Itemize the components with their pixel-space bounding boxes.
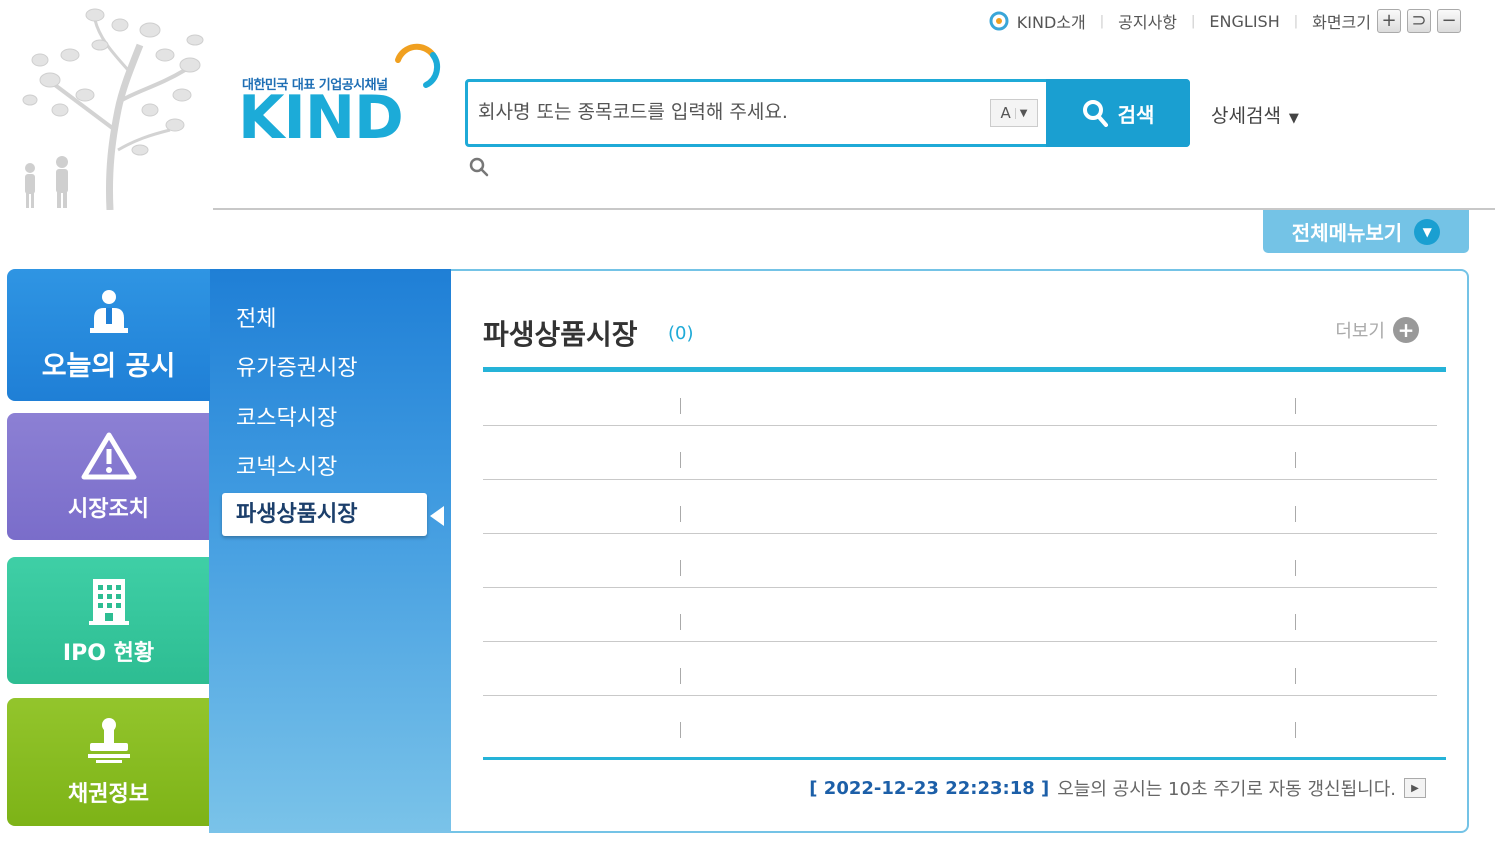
search-button-label: 검색 <box>1117 102 1155 127</box>
refresh-text: 오늘의 공시는 10초 주기로 자동 갱신됩니다. <box>1057 779 1396 800</box>
tab-label: IPO 현황 <box>62 640 155 666</box>
chevron-down-icon: ▼ <box>1414 218 1441 245</box>
plus-circle-icon: + <box>1393 317 1419 343</box>
kind-intro-link[interactable]: KIND소개 <box>987 9 1086 33</box>
submenu-item-all[interactable]: 전체 <box>236 301 276 333</box>
table-row <box>483 588 1437 642</box>
content-title: 파생상품시장 <box>483 318 638 351</box>
warning-icon <box>81 432 136 479</box>
building-icon <box>88 578 129 625</box>
tab-market-action[interactable]: 시장조치 <box>7 413 210 540</box>
table-row <box>483 534 1437 588</box>
play-icon[interactable]: ▶ <box>1404 778 1426 798</box>
table-row <box>483 480 1437 534</box>
zoom-out-button[interactable]: − <box>1437 9 1461 33</box>
tab-label: 오늘의 공시 <box>41 350 176 382</box>
column-divider <box>1295 668 1296 684</box>
disclosure-count: (0) <box>668 323 694 344</box>
detail-search-label: 상세검색 <box>1211 105 1281 127</box>
column-divider <box>1295 560 1296 576</box>
caret-down-icon: ▼ <box>1014 107 1027 119</box>
autocomplete-label: A <box>1000 104 1011 122</box>
screen-size-label: 화면크기 <box>1312 13 1371 32</box>
submenu-item-kosdaq[interactable]: 코스닥시장 <box>236 400 337 432</box>
zoom-in-button[interactable]: + <box>1377 9 1401 33</box>
utility-links: KIND소개 | 공지사항 | ENGLISH | 화면크기 + ⊃ − <box>987 9 1461 33</box>
column-divider <box>680 398 681 414</box>
small-search-icon[interactable] <box>469 157 489 177</box>
column-divider <box>680 668 681 684</box>
search-box: A ▼ 검색 <box>465 79 1190 147</box>
table-row <box>483 642 1437 696</box>
refresh-info: [ 2022-12-23 22:23:18 ] 오늘의 공시는 10초 주기로 … <box>809 775 1426 801</box>
column-divider <box>680 722 681 738</box>
table-row <box>483 696 1437 750</box>
stamp-icon <box>87 718 130 763</box>
column-divider <box>1295 722 1296 738</box>
column-divider <box>680 506 681 522</box>
tab-bond-info[interactable]: 채권정보 <box>7 698 210 826</box>
caret-down-icon: ▼ <box>1288 111 1299 126</box>
notice-link[interactable]: 공지사항 <box>1118 9 1177 33</box>
submenu-item-derivatives[interactable]: 파생상품시장 <box>222 493 427 536</box>
refresh-timestamp: [ 2022-12-23 22:23:18 ] <box>809 777 1050 799</box>
submenu-item-konex[interactable]: 코넥스시장 <box>236 449 337 481</box>
logo-text: KIND <box>238 83 404 153</box>
all-menu-button[interactable]: 전체메뉴보기 ▼ <box>1263 210 1469 253</box>
util-separator: | <box>1191 13 1196 29</box>
tree-illustration <box>22 8 204 210</box>
column-divider <box>680 614 681 630</box>
util-separator: | <box>1099 13 1105 29</box>
column-divider <box>680 452 681 468</box>
zoom-reset-button[interactable]: ⊃ <box>1407 9 1431 33</box>
list-bottom-rule <box>483 757 1446 760</box>
column-divider <box>1295 614 1296 630</box>
tab-ipo-status[interactable]: IPO 현황 <box>7 557 210 684</box>
column-divider <box>1295 452 1296 468</box>
tab-today-disclosure[interactable]: 오늘의 공시 <box>7 269 210 401</box>
submenu-panel: 전체 유가증권시장 코스닥시장 코넥스시장 파생상품시장 <box>209 269 452 833</box>
detail-search-toggle[interactable]: 상세검색 ▼ <box>1211 101 1299 128</box>
disclosure-content: 파생상품시장 (0) 더보기 + [ 2022-12-23 22:23:18 ]… <box>451 269 1469 833</box>
english-link[interactable]: ENGLISH <box>1209 12 1279 31</box>
util-separator: | <box>1293 13 1299 29</box>
kind-intro-label: KIND소개 <box>1016 13 1086 32</box>
table-row <box>483 372 1437 426</box>
more-label: 더보기 <box>1335 321 1385 342</box>
search-input[interactable] <box>478 92 998 132</box>
person-icon <box>89 289 128 333</box>
tab-label: 채권정보 <box>68 782 149 807</box>
disclosure-list <box>483 372 1437 750</box>
kind-logo[interactable]: 대한민국 대표 기업공시채널 KIND <box>238 40 448 150</box>
table-row <box>483 426 1437 480</box>
search-icon <box>1082 100 1108 127</box>
column-divider <box>1295 398 1296 414</box>
column-divider <box>680 560 681 576</box>
tab-label: 시장조치 <box>68 496 149 522</box>
more-link[interactable]: 더보기 + <box>1335 317 1419 343</box>
all-menu-label: 전체메뉴보기 <box>1291 221 1403 245</box>
search-button[interactable]: 검색 <box>1046 79 1190 147</box>
kind-page: 대한민국 대표 기업공시채널 KIND KIND소개 | 공지사항 | ENGL… <box>0 0 1495 863</box>
autocomplete-toggle[interactable]: A ▼ <box>990 99 1038 127</box>
submenu-item-kospi[interactable]: 유가증권시장 <box>236 350 357 382</box>
column-divider <box>1295 506 1296 522</box>
kind-intro-icon <box>989 11 1009 31</box>
active-pointer-icon <box>430 506 444 526</box>
